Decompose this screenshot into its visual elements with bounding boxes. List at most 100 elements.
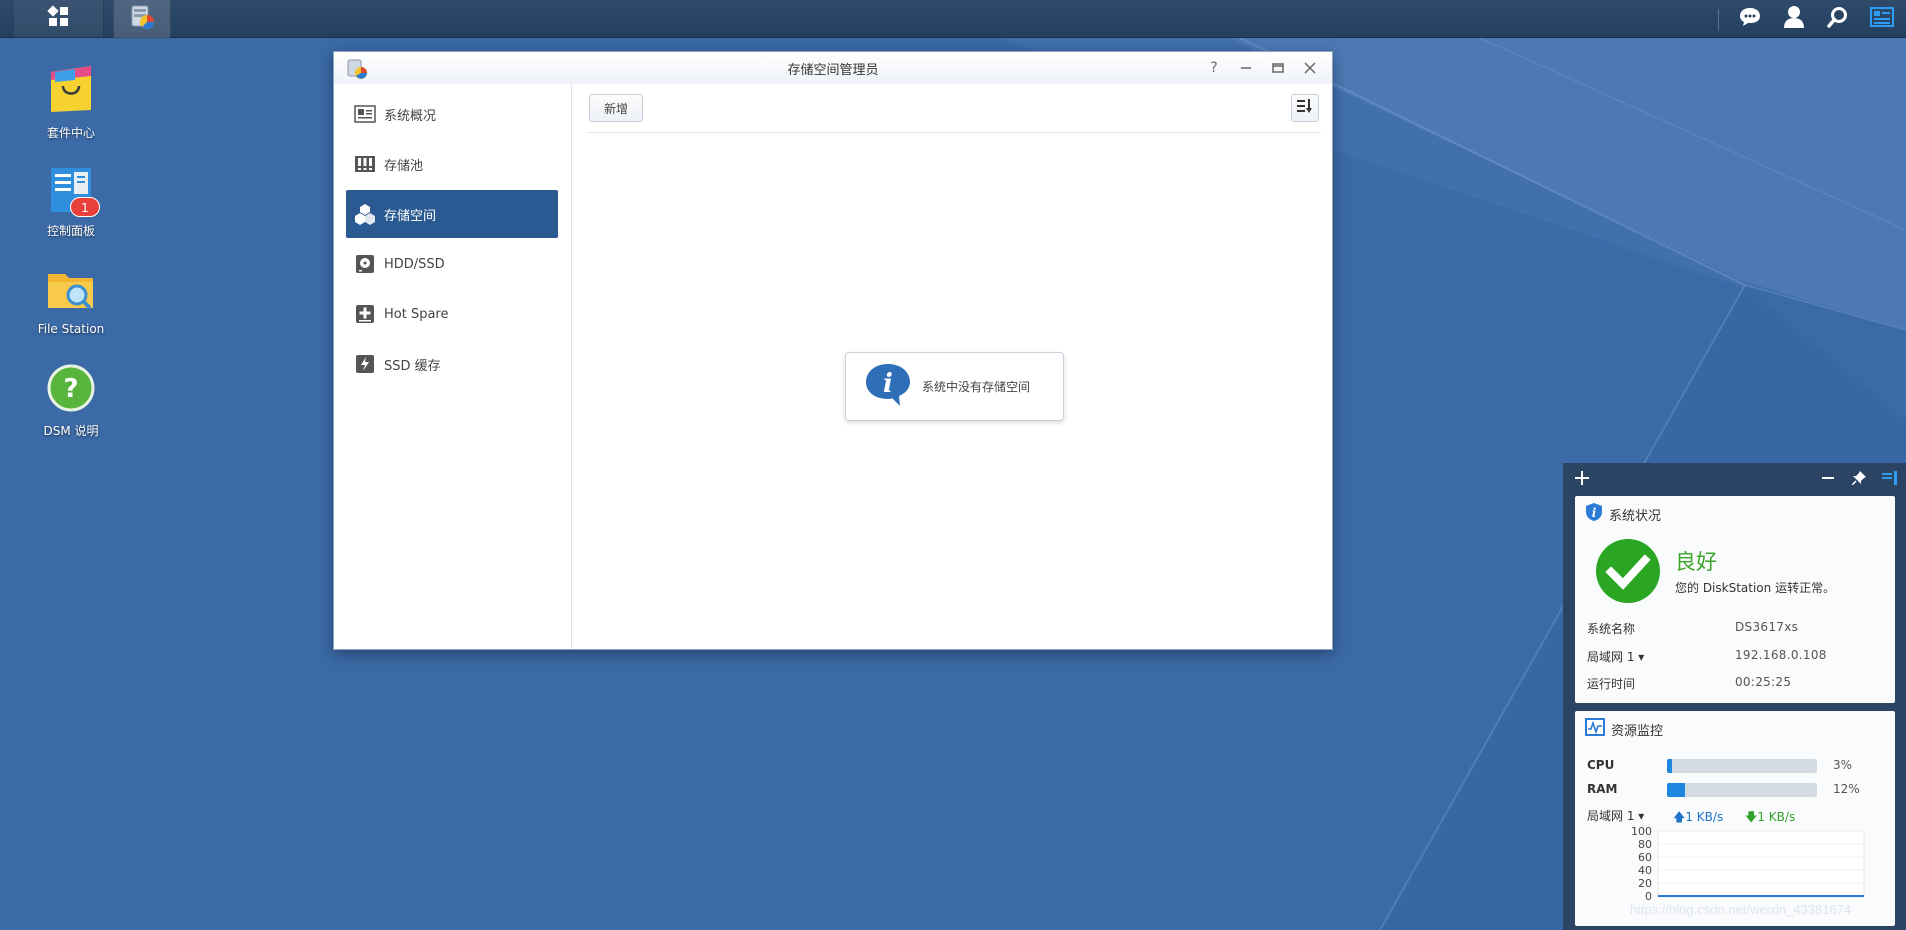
- ssd-cache-icon: [354, 353, 376, 375]
- chart-tick-label: 80: [1638, 838, 1652, 851]
- info-key: 系统名称: [1587, 622, 1636, 636]
- user-icon: [1783, 5, 1805, 33]
- sidebar-item-label: 存储池: [384, 158, 424, 174]
- resource-monitor-icon: [1585, 718, 1605, 740]
- plus-icon: [1575, 471, 1589, 485]
- shield-info-icon: i: [1585, 502, 1603, 526]
- package-center-icon: [45, 62, 97, 122]
- info-value: 192.168.0.108: [1735, 648, 1827, 662]
- pin-widgets-button[interactable]: [1848, 467, 1870, 489]
- info-row-uptime: 运行时间 00:25:25: [1587, 675, 1887, 693]
- watermark-text: https://blog.csdn.net/weixin_43381674: [1630, 902, 1852, 917]
- add-button[interactable]: 新增: [589, 94, 643, 122]
- desktop-icon-label: DSM 说明: [43, 424, 99, 438]
- sidebar-item-label: 系统概况: [384, 108, 437, 124]
- empty-state-message: i 系统中没有存储空间: [845, 352, 1064, 421]
- main-menu-button[interactable]: [14, 0, 104, 38]
- minimize-widgets-button[interactable]: [1817, 467, 1839, 489]
- empty-state-text: 系统中没有存储空间: [922, 380, 1031, 394]
- storage-manager-icon: [128, 3, 156, 35]
- volume-content-area: 新增 i 系统中没有存储空间: [573, 84, 1332, 649]
- widgets-button[interactable]: [1862, 0, 1902, 38]
- search-button[interactable]: [1818, 0, 1858, 38]
- sidebar-item-ssd-cache[interactable]: SSD 缓存: [346, 340, 558, 388]
- widget-layout-button[interactable]: [1879, 467, 1901, 489]
- info-row-system-name: 系统名称 DS3617xs: [1587, 620, 1887, 638]
- desktop-icon-label: 套件中心: [46, 126, 95, 140]
- help-button[interactable]: ?: [1203, 57, 1225, 79]
- chart-tick-label: 100: [1631, 826, 1652, 838]
- download-rate: 1 KB/s: [1757, 810, 1796, 824]
- desktop-icon-control-panel[interactable]: 1 控制面板: [16, 164, 126, 239]
- widgets-panel: i 系统状况 良好 您的 DiskStation 运转正常。 系统名称 DS36…: [1563, 463, 1906, 930]
- close-icon: [1304, 62, 1316, 74]
- close-button[interactable]: [1299, 57, 1321, 79]
- ram-usage-bar: [1667, 783, 1817, 797]
- system-status-widget: i 系统状况 良好 您的 DiskStation 运转正常。 系统名称 DS36…: [1575, 496, 1895, 703]
- hot-spare-icon: [354, 303, 376, 325]
- window-title: 存储空间管理员: [787, 62, 879, 78]
- sidebar-item-hdd-ssd[interactable]: HDD/SSD: [346, 240, 558, 288]
- info-row-lan: 局域网 1 ▾ 192.168.0.108: [1587, 648, 1887, 666]
- storage-manager-icon: [346, 58, 368, 84]
- toolbar-divider: [587, 132, 1321, 133]
- sort-icon: [1297, 99, 1313, 117]
- window-titlebar[interactable]: 存储空间管理员 ?: [334, 52, 1332, 84]
- notification-icon: [1738, 6, 1762, 32]
- pin-icon: [1852, 471, 1866, 485]
- desktop-icon-dsm-help[interactable]: ? DSM 说明: [16, 364, 126, 439]
- sidebar-item-label: SSD 缓存: [384, 358, 441, 374]
- sort-button[interactable]: [1291, 94, 1319, 122]
- chart-tick-label: 20: [1638, 877, 1652, 890]
- minimize-icon: [1241, 67, 1251, 69]
- sidebar-item-label: 存储空间: [384, 208, 437, 224]
- sidebar-item-volume[interactable]: 存储空间: [346, 190, 558, 238]
- chart-tick-label: 60: [1638, 851, 1652, 864]
- question-icon: ?: [1210, 60, 1218, 76]
- sidebar-item-overview[interactable]: 系统概况: [346, 90, 558, 138]
- download-arrow-icon: 🡇: [1745, 810, 1758, 824]
- ram-usage-fill: [1667, 783, 1685, 797]
- widget-title-row: i 系统状况: [1585, 502, 1662, 526]
- main-menu-icon: [46, 5, 71, 33]
- minimize-button[interactable]: [1235, 57, 1257, 79]
- cpu-usage-bar: [1667, 759, 1817, 773]
- maximize-button[interactable]: [1267, 57, 1289, 79]
- health-description: 您的 DiskStation 运转正常。: [1675, 581, 1836, 595]
- desktop-icon-package-center[interactable]: 套件中心: [16, 62, 126, 141]
- maximize-icon: [1272, 63, 1284, 73]
- notification-button[interactable]: [1730, 0, 1770, 38]
- lan-selector[interactable]: 局域网 1 ▾: [1587, 648, 1644, 665]
- search-icon: [1827, 6, 1849, 32]
- desktop-icon-label: File Station: [37, 322, 105, 336]
- sidebar-item-hot-spare[interactable]: Hot Spare: [346, 290, 558, 338]
- upload-arrow-icon: 🡅: [1673, 810, 1686, 824]
- sidebar-item-label: HDD/SSD: [384, 256, 445, 272]
- minimize-icon: [1822, 477, 1834, 479]
- add-widget-button[interactable]: [1571, 467, 1593, 489]
- svg-text:?: ?: [63, 374, 78, 404]
- widgets-header: [1563, 463, 1906, 493]
- svg-text:i: i: [883, 369, 893, 399]
- info-key: 运行时间: [1587, 677, 1636, 691]
- widget-title: 资源监控: [1611, 723, 1664, 739]
- desktop-icon-file-station[interactable]: File Station: [16, 264, 126, 336]
- upload-rate: 1 KB/s: [1685, 810, 1724, 824]
- svg-text:i: i: [1592, 506, 1597, 520]
- sidebar-item-label: Hot Spare: [384, 306, 449, 322]
- widget-title-row: 资源监控: [1585, 718, 1664, 740]
- status-check-icon: [1595, 538, 1661, 608]
- storage-manager-task-button[interactable]: [113, 0, 171, 38]
- user-button[interactable]: [1774, 0, 1814, 38]
- folder-icon: [45, 264, 97, 320]
- layout-icon: [1882, 471, 1897, 485]
- network-selector[interactable]: 局域网 1 ▾: [1587, 807, 1644, 824]
- storage-manager-window: 存储空间管理员 ? 系统概况 存储池 存储空间 HDD/SSD Hot Spar…: [333, 51, 1333, 650]
- cpu-usage-fill: [1667, 759, 1672, 773]
- sidebar-item-storage-pool[interactable]: 存储池: [346, 140, 558, 188]
- widget-title: 系统状况: [1609, 508, 1662, 524]
- taskbar: [0, 0, 1906, 38]
- chart-tick-label: 40: [1638, 864, 1652, 877]
- ram-usage-value: 12%: [1833, 782, 1860, 796]
- notification-badge: 1: [70, 197, 100, 217]
